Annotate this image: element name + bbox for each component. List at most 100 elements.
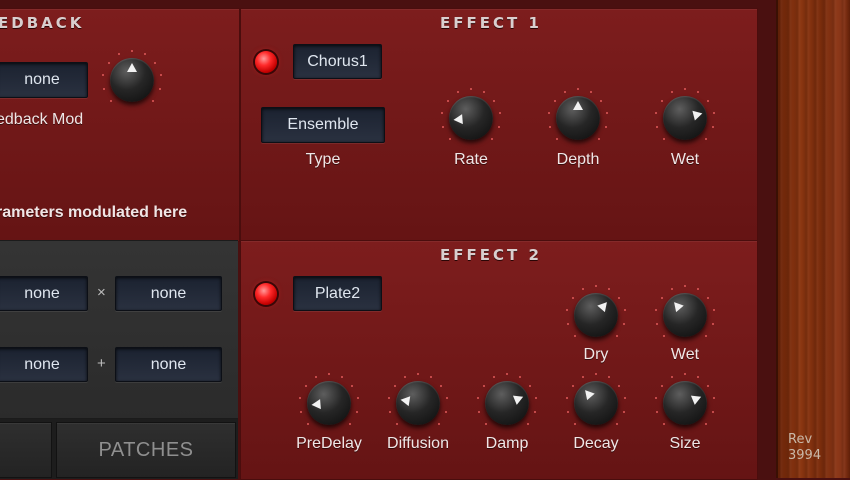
effect2-wet-knob[interactable] — [653, 283, 717, 347]
effect2-diffusion-knob[interactable] — [386, 371, 450, 435]
knob-tick — [304, 384, 307, 387]
knob-tick — [534, 397, 537, 400]
knob-pointer — [311, 398, 321, 410]
effect2-predelay-label: PreDelay — [296, 435, 362, 452]
effect2-dry-knob[interactable] — [564, 283, 628, 347]
effect1-title: EFFECT 1 — [440, 14, 542, 32]
knob-tick — [574, 334, 577, 337]
effect2-decay-knob[interactable] — [564, 371, 628, 435]
knob-tick — [595, 285, 597, 287]
knob-tick — [684, 88, 686, 90]
mod-row1-source-b[interactable]: none — [115, 276, 222, 311]
effect2-title: EFFECT 2 — [440, 246, 542, 264]
tab-previous[interactable] — [0, 422, 52, 478]
mod-row2-source-b[interactable]: none — [115, 347, 222, 382]
effect2-damp-knob[interactable] — [475, 371, 539, 435]
knob-tick — [348, 422, 351, 425]
knob-tick — [437, 422, 440, 425]
knob-tick — [483, 91, 486, 94]
knob-tick — [154, 61, 157, 64]
knob-tick — [492, 376, 495, 379]
effect1-preset-display[interactable]: Chorus1 — [293, 44, 382, 79]
effect2-size-knob[interactable] — [653, 371, 717, 435]
knob-tick — [712, 112, 715, 115]
knob-tick — [445, 397, 448, 400]
knob-tick — [482, 384, 485, 387]
knob-tick — [446, 99, 449, 102]
effect2-decay-label: Decay — [573, 435, 619, 452]
knob-tick — [608, 376, 611, 379]
knob-tick — [519, 376, 522, 379]
knob-tick — [697, 91, 700, 94]
knob-pointer — [399, 395, 411, 407]
mod-row2-operator: + — [97, 355, 106, 372]
knob-tick — [117, 53, 120, 56]
knob-tick — [430, 376, 433, 379]
knob-tick — [618, 296, 621, 299]
tab-patches[interactable]: PATCHES — [56, 422, 236, 478]
knob-tick — [328, 373, 330, 375]
knob-tick — [103, 87, 106, 90]
knob-tick — [498, 112, 501, 115]
knob-tick — [684, 373, 686, 375]
knob-tick — [449, 137, 452, 140]
effect1-type-display[interactable]: Ensemble — [261, 107, 385, 143]
knob-tick — [341, 376, 344, 379]
knob-tick — [549, 125, 552, 128]
knob-tick — [571, 384, 574, 387]
effect1-rate-label: Rate — [454, 151, 488, 168]
knob-tick — [663, 334, 666, 337]
knob-tick — [595, 373, 597, 375]
knob-tick — [102, 74, 105, 77]
feedback-mod-source-display[interactable]: none — [0, 62, 88, 98]
wood-side-panel — [776, 0, 850, 478]
effect1-wet-knob[interactable] — [653, 86, 717, 150]
mod-row2-source-a[interactable]: none — [0, 347, 88, 382]
knob-tick — [563, 91, 566, 94]
knob-tick — [656, 125, 659, 128]
effect1-wet-label: Wet — [670, 151, 700, 168]
knob-tick — [478, 410, 481, 413]
knob-tick — [151, 99, 154, 102]
knob-tick — [655, 397, 658, 400]
knob-tick — [574, 422, 577, 425]
rev-text: Rev — [788, 432, 813, 447]
knob-tick — [615, 334, 618, 337]
knob-tick — [144, 53, 147, 56]
knob-tick — [477, 397, 480, 400]
effect2-size-label: Size — [669, 435, 701, 452]
knob-tick — [660, 99, 663, 102]
knob-tick — [577, 88, 579, 90]
knob-tick — [556, 137, 559, 140]
effect1-depth-knob[interactable] — [546, 86, 610, 150]
knob-tick — [107, 61, 110, 64]
knob-tick — [712, 309, 715, 312]
effect2-preset-display[interactable]: Plate2 — [293, 276, 382, 311]
knob-tick — [615, 422, 618, 425]
knob-pointer — [453, 113, 463, 125]
knob-pointer — [127, 62, 137, 72]
knob-tick — [655, 112, 658, 115]
knob-tick — [314, 376, 317, 379]
knob-tick — [490, 137, 493, 140]
effect2-dry-label: Dry — [583, 346, 609, 363]
knob-tick — [571, 296, 574, 299]
mod-row1-source-a[interactable]: none — [0, 276, 88, 311]
effect1-enable-led[interactable] — [255, 51, 277, 73]
knob-tick — [526, 422, 529, 425]
knob-tick — [441, 112, 444, 115]
knob-tick — [604, 125, 607, 128]
feedback-mod-knob[interactable] — [100, 48, 164, 112]
knob-tick — [485, 422, 488, 425]
effect2-enable-led[interactable] — [255, 283, 277, 305]
knob-tick — [697, 376, 700, 379]
knob-tick — [393, 384, 396, 387]
knob-tick — [707, 296, 710, 299]
effect1-rate-knob[interactable] — [439, 86, 503, 150]
knob-tick — [712, 397, 715, 400]
effect2-wet-label: Wet — [670, 346, 700, 363]
effect2-predelay-knob[interactable] — [297, 371, 361, 435]
knob-tick — [581, 288, 584, 291]
knob-tick — [622, 410, 625, 413]
knob-tick — [655, 309, 658, 312]
